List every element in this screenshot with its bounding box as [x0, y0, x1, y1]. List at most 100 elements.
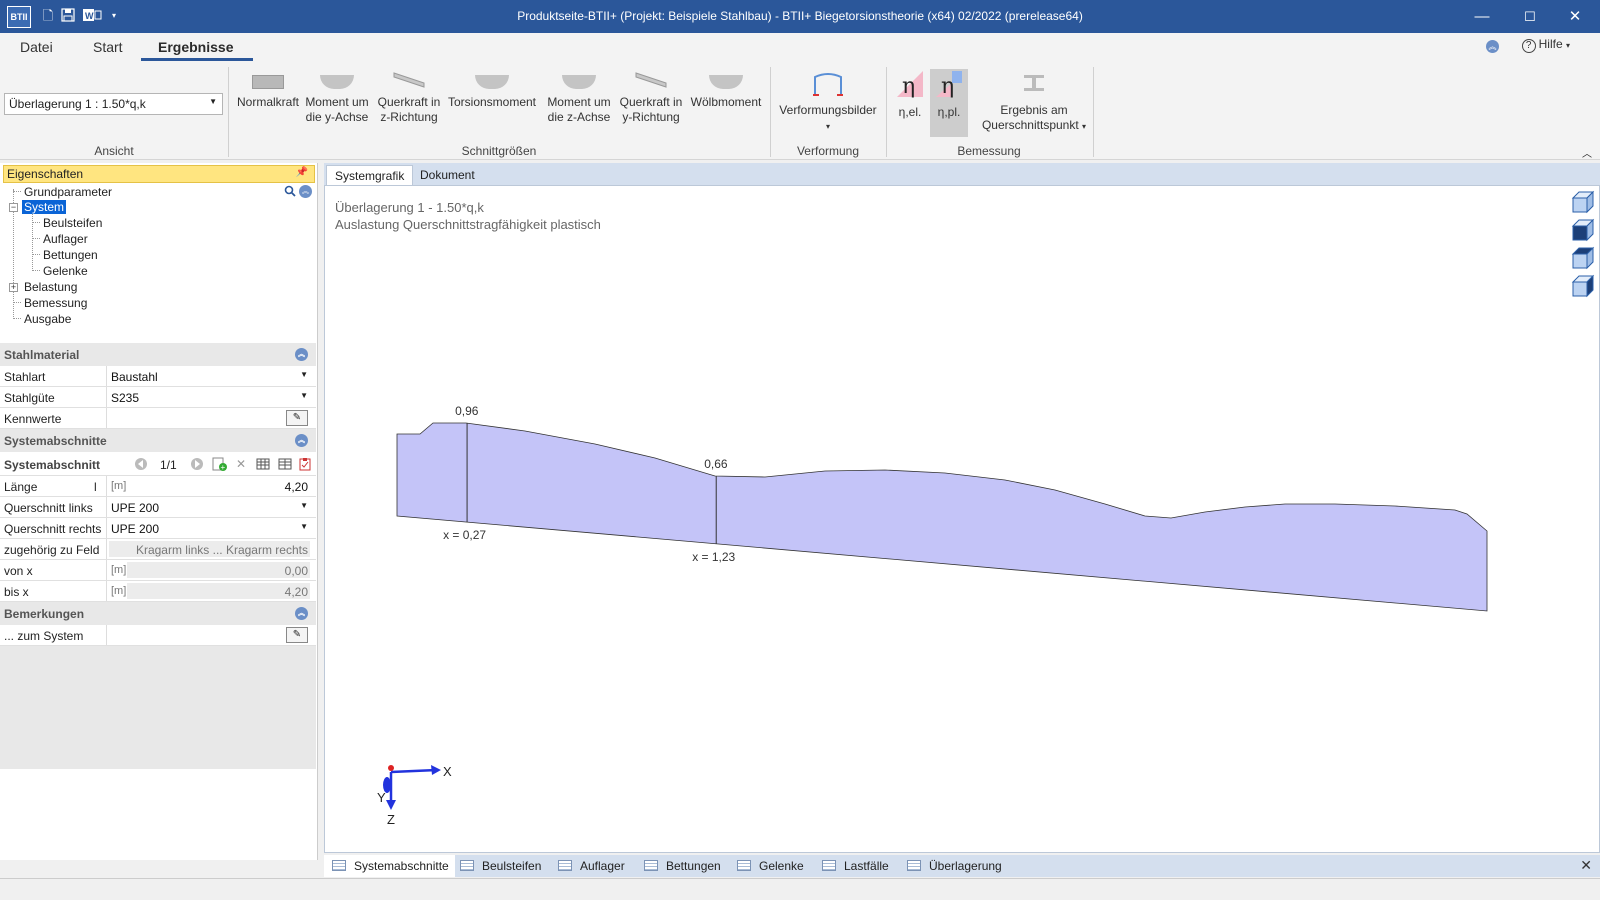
edit-icon[interactable]: ✎	[286, 627, 308, 643]
view-cube-top-icon[interactable]	[1571, 246, 1595, 270]
stahlart-select[interactable]: Baustahl ▼	[106, 366, 312, 386]
table-edit-icon[interactable]	[278, 457, 292, 474]
button-label: Ergebnis am	[1000, 103, 1068, 117]
table-icon[interactable]	[256, 457, 270, 474]
tree-item-bemessung[interactable]: Bemessung	[24, 296, 87, 310]
woelbmoment-button[interactable]: Wölbmoment	[688, 69, 764, 110]
querkraft-y-button[interactable]: Querkraft in y-Richtung	[616, 69, 686, 125]
tree-line	[32, 238, 40, 239]
close-icon[interactable]: ✕	[1580, 857, 1592, 874]
view-cube-front-icon[interactable]	[1571, 190, 1595, 214]
clipboard-icon[interactable]	[298, 457, 312, 474]
load-case-select[interactable]: Überlagerung 1 : 1.50*q,k ▼	[4, 93, 223, 115]
section-header-stahlmaterial[interactable]: Stahlmaterial ︽	[0, 343, 316, 366]
chevron-up-icon[interactable]: ︽	[1486, 40, 1499, 53]
woelbmoment-icon	[709, 75, 743, 89]
eta-pl-button[interactable]: η η,pl.	[930, 69, 968, 137]
tab-bettungen[interactable]: Bettungen	[636, 855, 727, 877]
group-separator	[1093, 67, 1094, 157]
tab-auflager[interactable]: Auflager	[550, 855, 631, 877]
tab-beulsteifen[interactable]: Beulsteifen	[452, 855, 547, 877]
property-row-kennwerte: Kennwerte ✎	[0, 408, 316, 429]
properties-header: Eigenschaften 📌	[3, 165, 315, 183]
tree-collapse-icon[interactable]: −	[9, 203, 18, 212]
tab-lastfaelle[interactable]: Lastfälle	[814, 855, 895, 877]
window-title: Produktseite-BTII+ (Projekt: Beispiele S…	[517, 9, 1083, 23]
deformation-frame-icon	[813, 73, 843, 96]
tree-item-bettungen[interactable]: Bettungen	[43, 248, 98, 262]
button-label-2: z-Richtung	[380, 110, 438, 124]
eta-pl-icon: η	[936, 71, 962, 99]
tree-item-grundparameter[interactable]: Grundparameter	[24, 185, 112, 199]
collapse-all-icon[interactable]: ︽	[299, 185, 312, 198]
tree-item-auflager[interactable]: Auflager	[43, 232, 88, 246]
previous-icon[interactable]	[134, 457, 148, 474]
view-cube-side-icon[interactable]	[1571, 218, 1595, 242]
tree-item-belastung[interactable]: Belastung	[24, 280, 77, 294]
tab-label: Lastfälle	[844, 859, 889, 873]
zum-system-field: ✎	[106, 625, 312, 645]
tab-systemabschnitte[interactable]: Systemabschnitte	[324, 855, 455, 877]
tab-start[interactable]: Start	[93, 39, 123, 55]
tree-item-ausgabe[interactable]: Ausgabe	[24, 312, 71, 326]
svg-text:η: η	[902, 74, 915, 99]
tab-dokument[interactable]: Dokument	[412, 165, 483, 185]
chevron-up-icon[interactable]: ︽	[295, 607, 308, 620]
von-x-field: [m] 0,00	[106, 560, 312, 580]
verformungsbilder-button[interactable]: Verformungsbilder ▾	[776, 69, 880, 134]
chevron-down-icon: ▼	[300, 370, 308, 379]
maximize-button[interactable]: ☐	[1510, 5, 1550, 29]
tab-ueberlagerung[interactable]: Überlagerung	[899, 855, 1008, 877]
section-header-bemerkungen[interactable]: Bemerkungen ︽	[0, 602, 316, 625]
help-button[interactable]: ? Hilfe ▾	[1521, 37, 1570, 53]
chevron-down-icon: ▾	[825, 122, 830, 131]
qs-links-select[interactable]: UPE 200 ▼	[106, 497, 312, 517]
querkraft-z-button[interactable]: Querkraft in z-Richtung	[374, 69, 444, 125]
chevron-up-icon[interactable]: ︽	[295, 348, 308, 361]
delete-icon[interactable]: ✕	[236, 457, 246, 471]
load-case-value: Überlagerung 1 : 1.50*q,k	[9, 97, 146, 111]
tab-datei[interactable]: Datei	[20, 39, 53, 55]
tab-systemgrafik[interactable]: Systemgrafik	[326, 165, 414, 185]
tab-gelenke[interactable]: Gelenke	[729, 855, 810, 877]
section-header-systemabschnitte[interactable]: Systemabschnitte ︽	[0, 429, 316, 452]
pin-icon[interactable]: 📌	[296, 167, 308, 178]
table-icon	[460, 860, 474, 871]
minimize-button[interactable]: —	[1462, 5, 1502, 29]
graphics-canvas[interactable]: Überlagerung 1 - 1.50*q,k Auslastung Que…	[324, 185, 1600, 853]
section-title: Stahlmaterial	[4, 348, 80, 362]
view-cube-iso-icon[interactable]	[1571, 274, 1595, 298]
next-icon[interactable]	[190, 457, 204, 474]
tree-line	[32, 222, 40, 223]
tab-label: Systemabschnitte	[354, 859, 449, 873]
eta-el-button[interactable]: η η,el.	[892, 69, 928, 137]
moment-y-button[interactable]: Moment um die y-Achse	[302, 69, 372, 125]
collapse-ribbon-icon[interactable]: ︿	[1582, 145, 1592, 160]
chevron-up-icon[interactable]: ︽	[295, 434, 308, 447]
stahlguete-select[interactable]: S235 ▼	[106, 387, 312, 407]
add-icon[interactable]: +	[212, 457, 228, 474]
property-label: Stahlart	[4, 370, 46, 384]
chevron-down-icon: ▼	[300, 522, 308, 531]
torsionsmoment-button[interactable]: Torsionsmoment	[446, 69, 538, 110]
querkraft-y-icon	[635, 72, 667, 88]
laenge-input[interactable]: [m] 4,20	[106, 476, 312, 496]
button-label: η,el.	[898, 105, 922, 119]
tab-ergebnisse[interactable]: Ergebnisse	[158, 39, 233, 55]
search-icon[interactable]	[284, 185, 296, 200]
cross-section-icon	[1024, 75, 1044, 91]
qs-rechts-select[interactable]: UPE 200 ▼	[106, 518, 312, 538]
edit-icon[interactable]: ✎	[286, 410, 308, 426]
moment-z-button[interactable]: Moment um die z-Achse	[544, 69, 614, 125]
property-row-bis-x: bis x [m] 4,20	[0, 581, 316, 602]
tree-expand-icon[interactable]: +	[9, 283, 18, 292]
ergebnis-querschnittspunkt-button[interactable]: Ergebnis am Querschnittspunkt ▾	[976, 69, 1092, 134]
tree-item-system[interactable]: System	[22, 200, 67, 214]
chevron-down-icon: ▼	[209, 97, 217, 106]
property-label: zugehörig zu Feld	[4, 543, 100, 557]
tree-item-beulsteifen[interactable]: Beulsteifen	[43, 216, 102, 230]
property-row-qs-rechts: Querschnitt rechts UPE 200 ▼	[0, 518, 316, 539]
tree-item-gelenke[interactable]: Gelenke	[43, 264, 88, 278]
normalkraft-button[interactable]: Normalkraft	[234, 69, 302, 110]
close-button[interactable]: ✕	[1555, 5, 1595, 29]
